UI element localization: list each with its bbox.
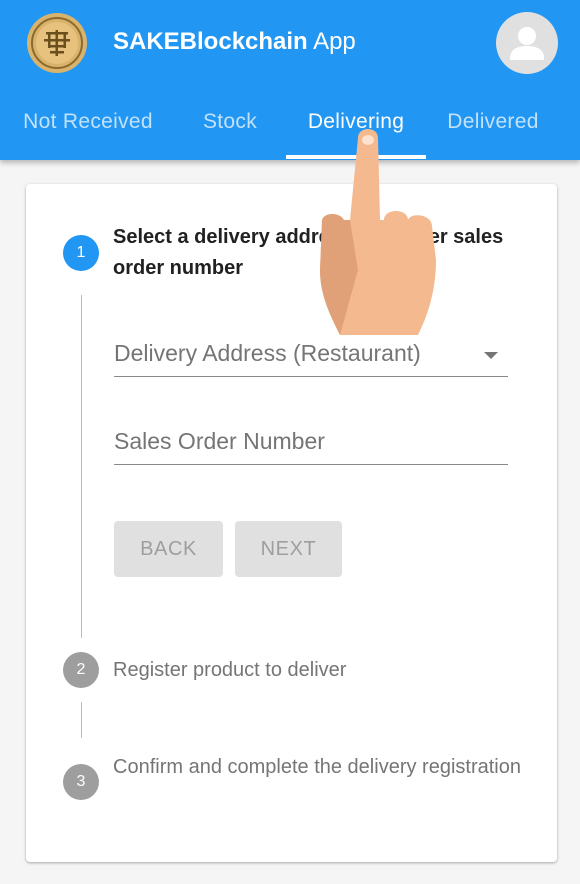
account-avatar-button[interactable] xyxy=(496,12,558,74)
app-bar: SAKEBlockchain App Not Received Stock De… xyxy=(0,0,580,160)
dropdown-arrow-icon xyxy=(484,352,498,359)
step-2-label: Register product to deliver xyxy=(113,659,347,681)
step-3-circle: 3 xyxy=(63,764,99,800)
app-title: SAKEBlockchain App xyxy=(113,26,356,58)
pointing-hand-icon xyxy=(300,120,460,350)
person-icon xyxy=(510,27,544,60)
sales-order-number-placeholder: Sales Order Number xyxy=(114,428,325,454)
next-button[interactable]: NEXT xyxy=(235,521,342,577)
tab-bar: Not Received Stock Delivering Delivered xyxy=(0,84,580,160)
step-2-circle: 2 xyxy=(63,652,99,688)
app-title-bold: SAKEBlockchain xyxy=(113,28,308,55)
back-button[interactable]: BACK xyxy=(114,521,223,577)
sales-order-number-input[interactable]: Sales Order Number xyxy=(114,416,508,465)
app-title-suffix: App xyxy=(313,28,356,55)
step-1-connector xyxy=(81,295,82,638)
step-3-label: Confirm and complete the delivery regist… xyxy=(113,756,521,778)
tab-stock[interactable]: Stock xyxy=(180,84,280,160)
sake-logo-icon xyxy=(26,12,88,74)
toolbar: SAKEBlockchain App xyxy=(0,0,580,84)
step-2-connector xyxy=(81,702,82,738)
step-1-circle: 1 xyxy=(63,235,99,271)
tab-not-received[interactable]: Not Received xyxy=(8,84,168,160)
